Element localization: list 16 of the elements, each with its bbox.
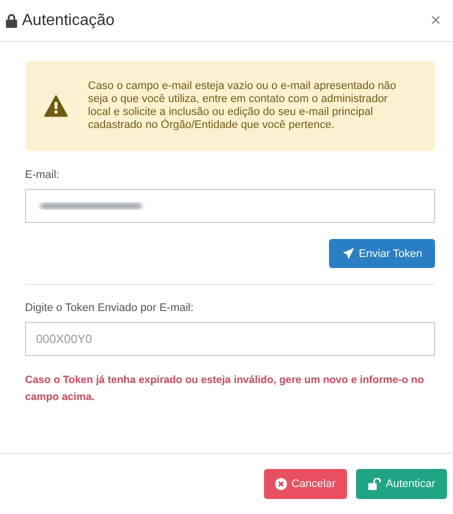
- lock-icon: [5, 13, 18, 28]
- authenticate-button[interactable]: Autenticar: [356, 469, 447, 499]
- dialog-title: Autenticação: [22, 12, 116, 30]
- unlock-icon: [368, 478, 382, 490]
- cancel-button[interactable]: Cancelar: [264, 469, 347, 499]
- close-button[interactable]: ×: [426, 10, 445, 31]
- token-error-message: Caso o Token já tenha expirado ou esteja inválido, gere um novo e informe-o no campo acima.: [25, 373, 425, 405]
- send-token-button[interactable]: Enviar Token: [329, 239, 435, 268]
- email-field[interactable]: [25, 189, 435, 223]
- warning-message: Caso o campo e-mail esteja vazio ou o e-mail apresentado não seja o que você utiliza, entre em contato com o administrador local e solicite a inclusão ou edição do seu e-mail principal cadastrado no Órgão/Entidade que você pertence.: [88, 80, 398, 132]
- token-label: Digite o Token Enviado por E-mail:: [25, 302, 195, 314]
- send-icon: [342, 247, 355, 260]
- close-circle-icon: [275, 478, 288, 490]
- token-field[interactable]: 000X00Y0: [25, 322, 435, 356]
- email-label: E-mail:: [25, 169, 60, 181]
- warning-icon: [44, 95, 68, 117]
